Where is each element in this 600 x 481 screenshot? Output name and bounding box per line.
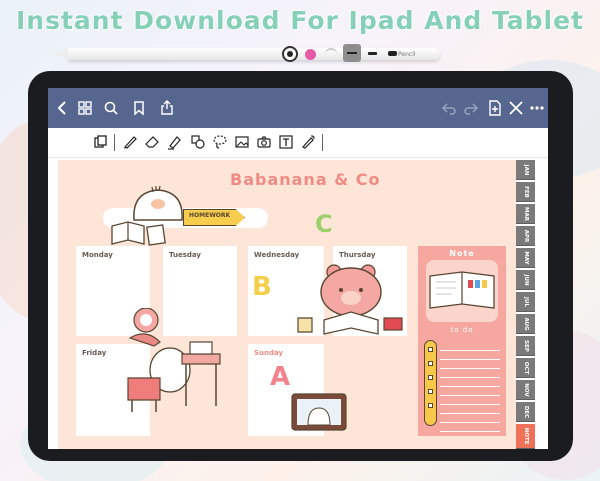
search-icon[interactable] xyxy=(102,99,120,117)
tablet-screen xyxy=(48,88,548,449)
color-swatch-pink[interactable] xyxy=(305,49,316,60)
page-mode-icon[interactable] xyxy=(92,134,108,150)
add-page-icon[interactable] xyxy=(486,99,504,117)
redo-icon[interactable] xyxy=(462,99,480,117)
pen-size-thin-selected[interactable] xyxy=(343,44,361,62)
pen-size-thick[interactable] xyxy=(388,51,397,56)
pencil-brand-label: Pencil xyxy=(398,51,416,58)
promo-headline: Instant Download For Ipad And Tablet xyxy=(15,6,585,35)
grid-icon[interactable] xyxy=(76,99,94,117)
highlighter-icon[interactable] xyxy=(166,134,182,150)
app-navbar xyxy=(48,88,548,128)
color-swatch-light[interactable] xyxy=(325,48,337,60)
toolbar-divider xyxy=(114,134,115,151)
back-icon[interactable] xyxy=(54,99,72,117)
drawing-toolbar xyxy=(48,128,548,158)
bookmark-icon[interactable] xyxy=(130,99,148,117)
camera-icon[interactable] xyxy=(256,134,272,150)
share-icon[interactable] xyxy=(158,99,176,117)
lasso-icon[interactable] xyxy=(212,134,228,150)
color-swatch-black[interactable] xyxy=(282,46,298,62)
pointer-icon[interactable] xyxy=(300,134,316,150)
image-icon[interactable] xyxy=(234,134,250,150)
shapes-icon[interactable] xyxy=(190,134,206,150)
toolbar-divider xyxy=(322,134,323,151)
eraser-icon[interactable] xyxy=(144,134,160,150)
pen-size-medium[interactable] xyxy=(368,52,377,55)
more-icon[interactable] xyxy=(528,99,546,117)
close-icon[interactable] xyxy=(507,99,525,117)
undo-icon[interactable] xyxy=(440,99,458,117)
text-icon[interactable] xyxy=(278,134,294,150)
stylus-pencil xyxy=(50,48,440,60)
pen-icon[interactable] xyxy=(122,134,138,150)
